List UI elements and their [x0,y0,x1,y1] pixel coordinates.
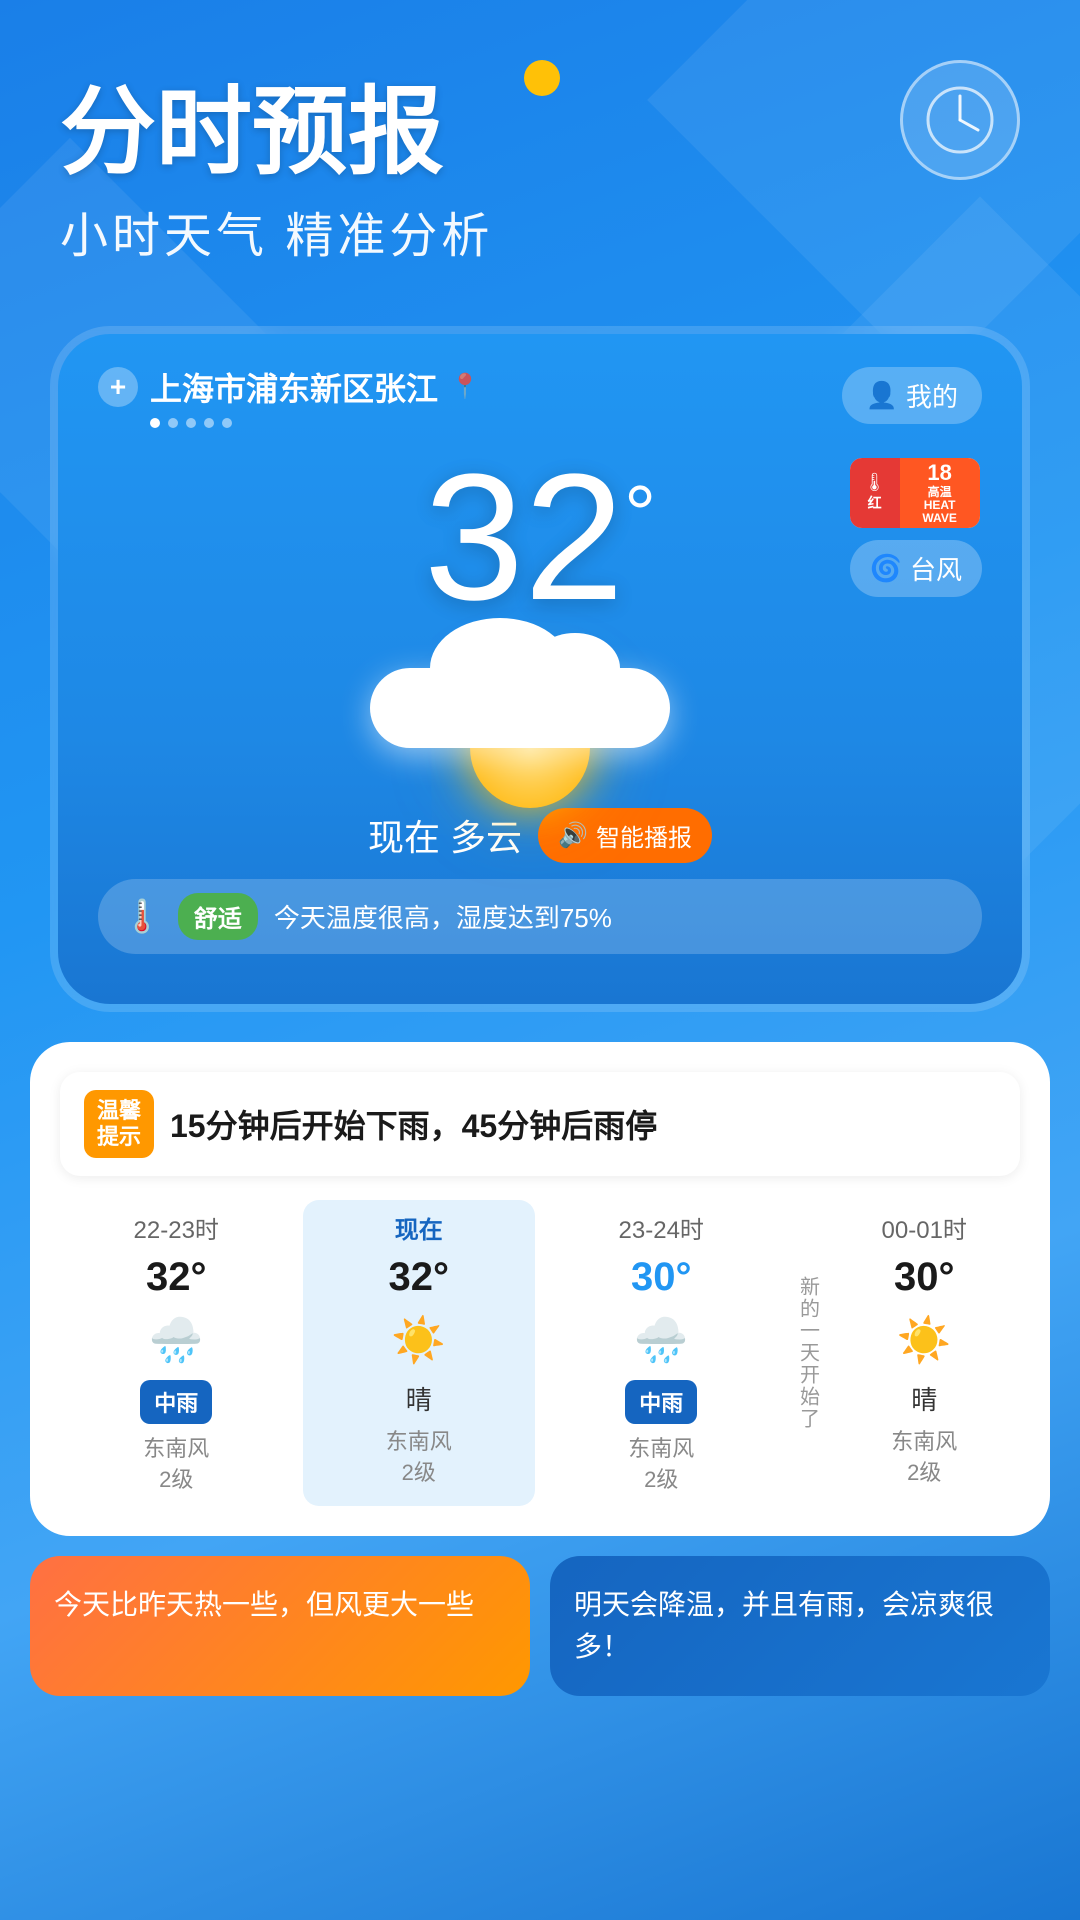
warning-label: 温馨提示 [84,1090,154,1159]
comparison-card-cool: 明天会降温，并且有雨，会凉爽很多！ [550,1556,1050,1696]
hour-icon-0: 🌧️ [146,1310,206,1370]
weather-description: 现在 多云 🔊 智能播报 [98,808,982,863]
temp-display: 32 ° [424,448,656,628]
heat-wave-badge[interactable]: 🌡 红 18 高温HEATWAVE [850,458,980,528]
comparison-warm-text: 今天比昨天热一些，但风更大一些 [54,1589,474,1620]
hour-label-1: 现在 [395,1210,443,1245]
weather-badge-sun-1: 晴 [406,1380,432,1417]
clock-svg [920,80,1000,160]
typhoon-badge[interactable]: 🌀 台风 [850,540,982,597]
add-location-button[interactable]: + [98,367,138,407]
hour-icon-3: ☀️ [894,1310,954,1370]
heat-wave-label: 高温HEATWAVE [922,486,956,526]
hour-temp-2: 30° [631,1255,692,1300]
hour-col-3: 00-01时 30° ☀️ 晴 东南风2级 [829,1200,1021,1506]
weather-badge-sun-3: 晴 [911,1380,937,1417]
speaker-icon: 🔊 [558,821,588,850]
temperature-section: 32 ° 🌡 红 18 高温HEATWAVE 🌀 台风 [98,448,982,628]
hour-col-3-wrapper: 新的一天开始了 00-01时 30° ☀️ 晴 东南风2级 [788,1200,1021,1506]
comparison-card-warm: 今天比昨天热一些，但风更大一些 [30,1556,530,1696]
phone-header: + 上海市浦东新区张江 📍 👤 我的 [98,364,982,428]
hourly-forecast-grid: 22-23时 32° 🌧️ 中雨 东南风2级 现在 32° ☀️ 晴 东南风2级… [60,1200,1020,1506]
temperature-icon: 🌡 [863,472,886,493]
header-section: 分时预报 小时天气 精准分析 [0,0,1080,306]
hour-wind-3: 东南风2级 [891,1427,957,1489]
heat-wave-left: 🌡 红 [850,458,900,528]
smart-broadcast-button[interactable]: 🔊 智能播报 [538,808,712,863]
hour-col-2: 23-24时 30° 🌧️ 中雨 东南风2级 [545,1200,778,1506]
hour-temp-1: 32° [389,1255,450,1300]
weather-illustration [98,618,982,798]
page-subtitle: 小时天气 精准分析 [60,196,1020,266]
dot-2 [168,418,178,428]
heat-number: 18 [927,460,951,486]
hour-label-3: 00-01时 [882,1210,967,1245]
alert-badges: 🌡 红 18 高温HEATWAVE 🌀 台风 [850,458,982,597]
thermometer-icon: 🌡️ [122,897,162,935]
heat-red-label: 红 [868,493,882,513]
temperature-value: 32 [424,448,624,628]
location-text: 上海市浦东新区张江 [150,364,438,410]
hour-wind-1: 东南风2级 [386,1427,452,1489]
weather-badge-rain-0: 中雨 [140,1380,212,1424]
typhoon-icon: 🌀 [870,553,902,584]
hour-icon-1: ☀️ [389,1310,449,1370]
clock-icon-container [900,60,1020,180]
my-button[interactable]: 👤 我的 [842,367,982,424]
hour-temp-3: 30° [894,1255,955,1300]
typhoon-label: 台风 [910,550,962,587]
person-icon: 👤 [866,380,898,411]
dot-5 [222,418,232,428]
hour-temp-0: 32° [146,1255,207,1300]
comparison-row: 今天比昨天热一些，但风更大一些 明天会降温，并且有雨，会凉爽很多！ [30,1556,1050,1696]
hour-label-0: 22-23时 [134,1210,219,1245]
weather-now-text: 现在 多云 [368,809,522,861]
hour-label-2: 23-24时 [619,1210,704,1245]
hour-col-0: 22-23时 32° 🌧️ 中雨 东南风2级 [60,1200,293,1506]
sun-cloud-icon [390,668,690,748]
hour-wind-2: 东南风2级 [628,1434,694,1496]
warning-text: 15分钟后开始下雨，45分钟后雨停 [170,1101,657,1147]
hour-wind-0: 东南风2级 [143,1434,209,1496]
cloud-shape [370,668,670,748]
phone-inner: + 上海市浦东新区张江 📍 👤 我的 32 [58,334,1022,1004]
location-pin-icon: 📍 [450,372,480,401]
comfort-label: 舒适 [194,899,242,934]
cloud-icon [370,668,670,748]
degree-symbol: ° [624,468,656,560]
bottom-card: 温馨提示 15分钟后开始下雨，45分钟后雨停 22-23时 32° 🌧️ 中雨 … [30,1042,1050,1536]
my-label: 我的 [906,377,958,414]
phone-mockup: + 上海市浦东新区张江 📍 👤 我的 32 [50,326,1030,1012]
heat-wave-right: 18 高温HEATWAVE [900,458,980,528]
comfort-bar: 🌡️ 舒适 今天温度很高，湿度达到75% [98,879,982,954]
comparison-cool-text: 明天会降温，并且有雨，会凉爽很多！ [574,1589,994,1662]
dot-4 [204,418,214,428]
hour-icon-2: 🌧️ [631,1310,691,1370]
smart-broadcast-label: 智能播报 [596,818,692,853]
location-section: + 上海市浦东新区张江 📍 [98,364,480,428]
location-dots [150,418,480,428]
dot-1 [150,418,160,428]
new-day-label: 新的一天开始了 [788,1200,829,1506]
hour-col-1: 现在 32° ☀️ 晴 东南风2级 [303,1200,536,1506]
comfort-text: 今天温度很高，湿度达到75% [274,898,612,935]
dot-3 [186,418,196,428]
warning-label-text: 温馨提示 [97,1098,141,1149]
comfort-badge: 舒适 [178,893,258,940]
clock-icon [900,60,1020,180]
location-row[interactable]: + 上海市浦东新区张江 📍 [98,364,480,410]
weather-badge-rain-2: 中雨 [625,1380,697,1424]
notification-dot [524,60,560,96]
warning-banner: 温馨提示 15分钟后开始下雨，45分钟后雨停 [60,1072,1020,1177]
